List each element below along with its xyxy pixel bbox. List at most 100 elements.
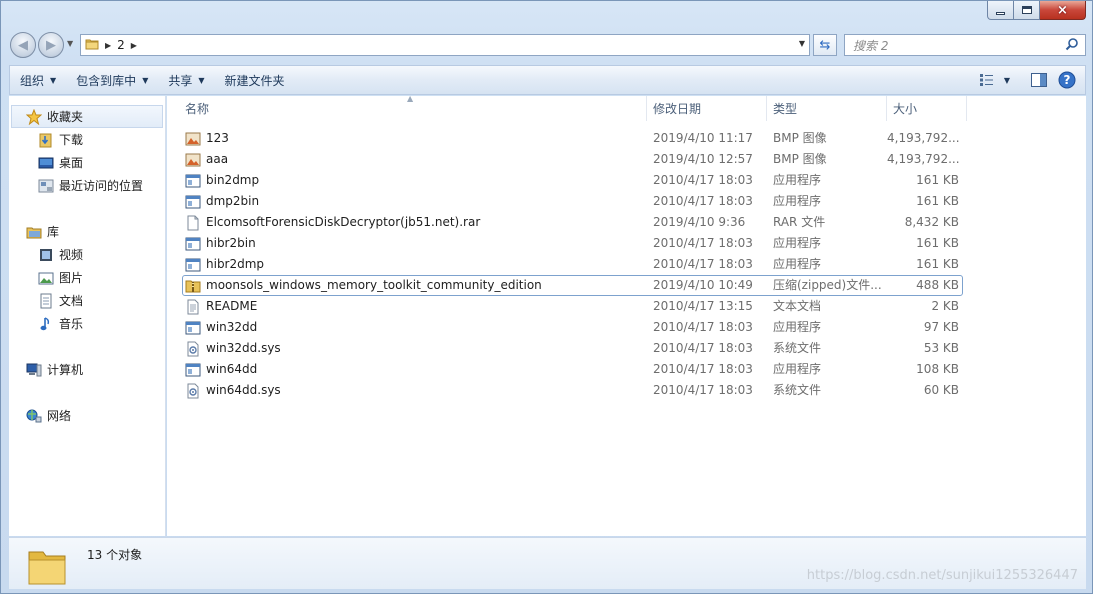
file-name-cell[interactable]: hibr2dmp xyxy=(185,254,645,275)
address-history-dropdown[interactable]: ▼ xyxy=(799,39,805,48)
column-header-size[interactable]: 大小 xyxy=(887,96,967,121)
star-icon xyxy=(26,108,42,125)
preview-pane-button[interactable] xyxy=(1025,66,1053,94)
change-view-button[interactable]: ▼ xyxy=(973,66,1017,94)
file-row[interactable]: hibr2dmp 2010/4/17 18:03 应用程序 161 KB xyxy=(167,254,1086,275)
file-row[interactable]: win64dd.sys 2010/4/17 18:03 系统文件 60 KB xyxy=(167,380,1086,401)
refresh-button[interactable]: ⇆ xyxy=(813,34,837,56)
sidebar-item-favorites[interactable]: 收藏夹 xyxy=(11,105,163,128)
file-date: 2010/4/17 18:03 xyxy=(653,383,753,397)
file-date: 2010/4/17 18:03 xyxy=(653,257,753,271)
file-row[interactable]: moonsols_windows_memory_toolkit_communit… xyxy=(167,275,1086,296)
back-button[interactable]: ◀ xyxy=(10,32,36,58)
share-menu[interactable]: 共享 ▼ xyxy=(158,66,214,94)
column-header-name[interactable]: 名称 xyxy=(179,96,647,121)
file-date: 2019/4/10 10:49 xyxy=(653,278,753,292)
file-date: 2010/4/17 18:03 xyxy=(653,341,753,355)
file-size: 53 KB xyxy=(923,341,959,355)
sidebar-item-desktop[interactable]: 桌面 xyxy=(9,151,165,174)
share-label: 共享 xyxy=(168,73,193,88)
command-bar: 组织 ▼ 包含到库中 ▼ 共享 ▼ 新建文件夹 ▼ ? xyxy=(9,65,1086,95)
file-name-cell[interactable]: README xyxy=(185,296,645,317)
file-type: 应用程序 xyxy=(773,257,822,271)
help-button[interactable]: ? xyxy=(1053,66,1081,94)
sidebar-item-documents[interactable]: 文档 xyxy=(9,289,165,312)
file-row[interactable]: README 2010/4/17 13:15 文本文档 2 KB xyxy=(167,296,1086,317)
file-row[interactable]: win32dd 2010/4/17 18:03 应用程序 97 KB xyxy=(167,317,1086,338)
file-name-cell[interactable]: ElcomsoftForensicDiskDecryptor(jb51.net)… xyxy=(185,212,645,233)
sidebar-item-videos[interactable]: 视频 xyxy=(9,243,165,266)
file-row[interactable]: ElcomsoftForensicDiskDecryptor(jb51.net)… xyxy=(167,212,1086,233)
file-row[interactable]: 123 2019/4/10 11:17 BMP 图像 4,193,792... xyxy=(167,128,1086,149)
sidebar-item-network[interactable]: 网络 xyxy=(9,404,165,427)
file-size: 161 KB xyxy=(916,173,959,187)
svg-text:?: ? xyxy=(1064,73,1071,87)
file-size: 108 KB xyxy=(916,362,959,376)
file-name-cell[interactable]: bin2dmp xyxy=(185,170,645,191)
file-name-cell[interactable]: win32dd.sys xyxy=(185,338,645,359)
file-row[interactable]: win64dd 2010/4/17 18:03 应用程序 108 KB xyxy=(167,359,1086,380)
search-icon[interactable] xyxy=(1065,37,1079,54)
sidebar-item-music[interactable]: 音乐 xyxy=(9,312,165,335)
search-placeholder: 搜索 2 xyxy=(853,38,889,53)
navigation-pane: 收藏夹 下载 桌面 最近访问的位置 库 视频 图片 文档 音乐 计算机 网络 xyxy=(9,96,166,536)
file-type: 系统文件 xyxy=(773,383,822,397)
file-name-cell[interactable]: win32dd xyxy=(185,317,645,338)
sidebar-item-recent[interactable]: 最近访问的位置 xyxy=(9,174,165,197)
file-name: 123 xyxy=(206,131,229,145)
breadcrumb-separator[interactable]: ▶ xyxy=(105,41,111,50)
libraries-group: 库 视频 图片 文档 音乐 xyxy=(9,220,165,335)
sidebar-item-pictures[interactable]: 图片 xyxy=(9,266,165,289)
file-row[interactable]: bin2dmp 2010/4/17 18:03 应用程序 161 KB xyxy=(167,170,1086,191)
sidebar-item-computer[interactable]: 计算机 xyxy=(9,358,165,381)
file-name-cell[interactable]: 123 xyxy=(185,128,645,149)
file-name: moonsols_windows_memory_toolkit_communit… xyxy=(206,278,542,292)
file-row[interactable]: aaa 2019/4/10 12:57 BMP 图像 4,193,792... xyxy=(167,149,1086,170)
include-in-library-menu[interactable]: 包含到库中 ▼ xyxy=(66,66,158,94)
file-row[interactable]: hibr2bin 2010/4/17 18:03 应用程序 161 KB xyxy=(167,233,1086,254)
new-folder-button[interactable]: 新建文件夹 xyxy=(215,66,295,94)
maximize-icon xyxy=(1021,6,1032,14)
file-date: 2010/4/17 18:03 xyxy=(653,173,753,187)
close-button[interactable]: × xyxy=(1040,1,1086,20)
minimize-button[interactable] xyxy=(987,1,1014,20)
file-name-cell[interactable]: hibr2bin xyxy=(185,233,645,254)
computer-icon xyxy=(26,362,42,378)
file-name-cell[interactable]: moonsols_windows_memory_toolkit_communit… xyxy=(185,275,645,296)
file-type: 应用程序 xyxy=(773,173,822,187)
file-name-cell[interactable]: dmp2bin xyxy=(185,191,645,212)
item-count: 13 个对象 xyxy=(87,548,143,562)
file-name-cell[interactable]: win64dd xyxy=(185,359,645,380)
organize-menu[interactable]: 组织 ▼ xyxy=(10,66,66,94)
file-row[interactable]: dmp2bin 2010/4/17 18:03 应用程序 161 KB xyxy=(167,191,1086,212)
column-header-type[interactable]: 类型 xyxy=(767,96,887,121)
recent-pages-dropdown[interactable]: ▼ xyxy=(67,39,73,48)
breadcrumb-separator[interactable]: ▶ xyxy=(131,41,137,50)
file-date: 2010/4/17 18:03 xyxy=(653,362,753,376)
maximize-button[interactable] xyxy=(1014,1,1040,20)
bmp-icon xyxy=(185,152,201,168)
picture-icon xyxy=(38,270,54,286)
file-row[interactable]: win32dd.sys 2010/4/17 18:03 系统文件 53 KB xyxy=(167,338,1086,359)
column-header-date[interactable]: 修改日期 xyxy=(647,96,767,121)
file-name: ElcomsoftForensicDiskDecryptor(jb51.net)… xyxy=(206,215,481,229)
minimize-icon xyxy=(996,11,1005,15)
file-date: 2019/4/10 11:17 xyxy=(653,131,753,145)
sidebar-item-libraries[interactable]: 库 xyxy=(9,220,165,243)
watermark-text: https://blog.csdn.net/sunjikui1255326447 xyxy=(806,568,1078,583)
file-size: 161 KB xyxy=(916,257,959,271)
file-name-cell[interactable]: aaa xyxy=(185,149,645,170)
file-type: 应用程序 xyxy=(773,362,822,376)
file-icon xyxy=(185,215,201,231)
network-group: 网络 xyxy=(9,404,165,427)
sidebar-item-downloads[interactable]: 下载 xyxy=(9,128,165,151)
file-size: 4,193,792... xyxy=(887,131,959,145)
search-input[interactable]: 搜索 2 xyxy=(844,34,1086,56)
exe-icon xyxy=(185,236,201,252)
address-bar[interactable]: ▶ 2 ▶ ▼ xyxy=(80,34,810,56)
forward-button[interactable]: ▶ xyxy=(38,32,64,58)
file-name-cell[interactable]: win64dd.sys xyxy=(185,380,645,401)
file-name: dmp2bin xyxy=(206,194,260,208)
breadcrumb-current[interactable]: 2 xyxy=(117,38,125,52)
text-file-icon xyxy=(185,299,201,315)
